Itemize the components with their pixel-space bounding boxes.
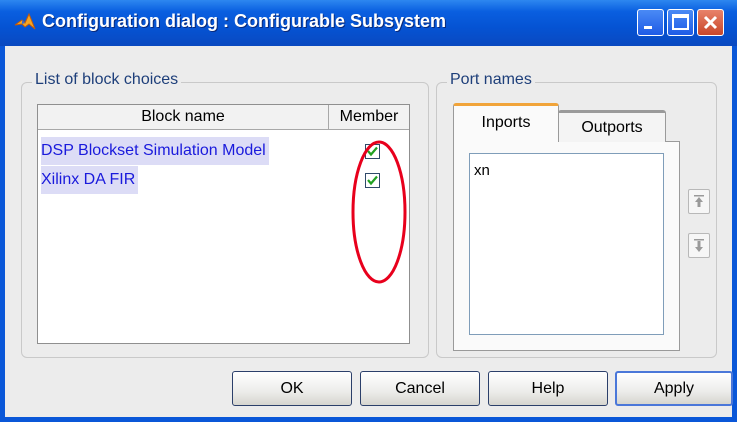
- move-up-icon: [694, 195, 704, 207]
- help-button[interactable]: Help: [488, 371, 608, 406]
- matlab-logo-icon: [14, 12, 36, 30]
- tab-inports-label: Inports: [481, 114, 531, 131]
- port-names-label: Port names: [447, 71, 535, 89]
- maximize-icon: [672, 14, 689, 30]
- tab-inports[interactable]: Inports: [453, 103, 559, 142]
- cancel-button[interactable]: Cancel: [360, 371, 480, 406]
- red-circle-annotation: [351, 140, 407, 284]
- tab-outports[interactable]: Outports: [558, 110, 666, 142]
- table-header: Block name Member: [38, 105, 409, 130]
- tab-outports-label: Outports: [581, 119, 643, 136]
- title-bar[interactable]: Configuration dialog : Configurable Subs…: [0, 0, 737, 46]
- list-item-port[interactable]: xn: [474, 162, 490, 179]
- move-down-icon: [694, 239, 704, 252]
- apply-button[interactable]: Apply: [615, 371, 733, 406]
- close-button[interactable]: [697, 9, 724, 36]
- block-choices-label: List of block choices: [32, 71, 182, 89]
- maximize-button[interactable]: [667, 9, 694, 36]
- dialog-window: Configuration dialog : Configurable Subs…: [0, 0, 737, 422]
- port-list[interactable]: xn: [469, 153, 664, 335]
- window-title: Configuration dialog : Configurable Subs…: [42, 11, 447, 31]
- table-row-dsp-blockset[interactable]: DSP Blockset Simulation Model: [41, 137, 269, 165]
- column-header-member[interactable]: Member: [329, 105, 409, 129]
- close-icon: [703, 15, 718, 30]
- table-row-xilinx-da-fir[interactable]: Xilinx DA FIR: [41, 166, 139, 194]
- dialog-body: List of block choices Block name Member …: [5, 46, 733, 417]
- minimize-button[interactable]: [637, 9, 664, 36]
- inports-tab-panel: xn: [453, 141, 680, 351]
- ok-button[interactable]: OK: [232, 371, 352, 406]
- column-header-block-name[interactable]: Block name: [38, 105, 329, 129]
- minimize-icon: [644, 26, 652, 29]
- move-up-button[interactable]: [688, 189, 710, 214]
- move-down-button[interactable]: [688, 233, 710, 258]
